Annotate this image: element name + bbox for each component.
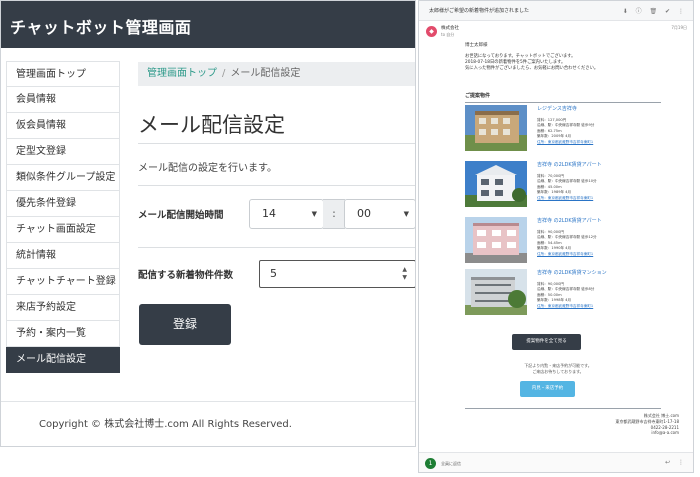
sidebar-item-template-registration[interactable]: 定型文登録	[6, 139, 120, 165]
signature-line: 東京都武蔵野市吉祥寺東町1-17-18	[615, 418, 679, 424]
property-card: 吉祥寺 の2LDK賃貸アパート 賃料：70,000円 沿線、駅：中央線吉祥寺駅 …	[465, 161, 661, 211]
property-address-link[interactable]: 住所：東京都武蔵野市吉祥寺東町1	[537, 252, 597, 257]
email-divider	[465, 408, 661, 409]
chevron-down-icon: ▼	[311, 210, 317, 218]
sidebar-item-statistics[interactable]: 統計情報	[6, 243, 120, 269]
sidebar-item-reservation-list[interactable]: 予約・案内一覧	[6, 321, 120, 347]
breadcrumb-home-link[interactable]: 管理画面トップ	[147, 68, 217, 79]
breadcrumb-separator: /	[222, 68, 226, 79]
admin-header: チャットボット管理画面	[1, 1, 415, 48]
app-title: チャットボット管理画面	[10, 18, 192, 37]
reply-all-field[interactable]: 全員に返信	[441, 461, 461, 467]
property-name-link[interactable]: レジデンス吉祥寺	[537, 105, 577, 112]
email-subject: 太郎様がご希望の新着物件が追加されました	[429, 8, 530, 14]
register-button[interactable]: 登録	[139, 304, 231, 345]
email-body: お世話になっております。チャットボットでございます。 2018-07-18日の新…	[465, 54, 598, 73]
email-preview-window: 太郎様がご希望の新着物件が追加されました ⬇ ⓘ 🗑 ✔ ⋮ ◆ 株式会社 to…	[418, 0, 694, 473]
admin-window: チャットボット管理画面 管理画面トップ 会員情報 仮会員情報 定型文登録 類似条…	[0, 0, 416, 447]
view-all-properties-button[interactable]: 提案物件を全て見る	[512, 334, 581, 350]
sidebar-item-admin-top[interactable]: 管理画面トップ	[6, 61, 120, 87]
sidebar: 管理画面トップ 会員情報 仮会員情報 定型文登録 類似条件グループ設定 優先条件…	[6, 61, 120, 373]
company-signature: 株式会社 博士.com 東京都武蔵野市吉祥寺東町1-17-18 0422-28-…	[615, 413, 679, 436]
property-name-link[interactable]: 吉祥寺 の2LDK賃貸マンション	[537, 269, 607, 276]
property-name-link[interactable]: 吉祥寺 の2LDK賃貸アパート	[537, 217, 602, 224]
chevron-down-icon: ▼	[403, 210, 409, 218]
start-time-label: メール配信開始時間	[138, 210, 224, 221]
sidebar-item-member-info[interactable]: 会員情報	[6, 87, 120, 113]
sidebar-item-priority-condition[interactable]: 優先条件登録	[6, 191, 120, 217]
sender-avatar: ◆	[426, 26, 437, 37]
property-address-link[interactable]: 住所：東京都武蔵野市吉祥寺東町1	[537, 304, 594, 309]
divider	[138, 185, 415, 186]
viewing-reservation-button[interactable]: 内見・来店予約	[520, 381, 575, 397]
property-count-label: 配信する新着物件件数	[138, 270, 234, 281]
breadcrumb: 管理画面トップ / メール配信設定	[138, 62, 415, 86]
property-address-link[interactable]: 住所：東京都武蔵野市吉祥寺東町1	[537, 140, 594, 145]
property-photo[interactable]	[465, 105, 527, 151]
footer-divider	[1, 401, 415, 402]
sidebar-item-provisional-member-info[interactable]: 仮会員情報	[6, 113, 120, 139]
property-count-value: 5	[270, 267, 277, 280]
reply-count-badge: 1	[425, 458, 436, 469]
email-salutation: 博士太郎様	[465, 43, 488, 48]
property-details: 賃料：90,000円 沿線、駅：中央線吉祥寺駅 徒歩12分 面積：54.45m …	[537, 230, 597, 257]
minute-select[interactable]: 00 ▼	[344, 199, 415, 229]
property-photo[interactable]	[465, 217, 527, 263]
hour-select[interactable]: 14 ▼	[249, 199, 324, 229]
proposed-properties-heading: ご提案物件	[465, 92, 661, 103]
property-count-input[interactable]: 5 ▲ ▼	[259, 260, 415, 288]
email-toolbar-icons[interactable]: ⬇ ⓘ 🗑 ✔ ⋮	[623, 6, 687, 15]
property-details: 賃料：127,000円 沿線、駅：中央線吉祥寺駅 徒歩9分 面積：62.75m …	[537, 118, 594, 145]
email-recipient: to 自分	[441, 32, 455, 37]
property-name-link[interactable]: 吉祥寺 の2LDK賃貸アパート	[537, 161, 602, 168]
page-title: メール配信設定	[138, 113, 285, 137]
email-footer: 1 全員に返信 ↩ ⋮	[419, 452, 693, 472]
property-photo[interactable]	[465, 161, 527, 207]
breadcrumb-current: メール配信設定	[230, 68, 301, 79]
property-card: 吉祥寺 の2LDK賃貸マンション 賃料：90,000円 沿線、駅：中央線吉祥寺駅…	[465, 269, 661, 319]
property-card: レジデンス吉祥寺 賃料：127,000円 沿線、駅：中央線吉祥寺駅 徒歩9分 面…	[465, 105, 661, 155]
email-body-line: 気に入った物件がございましたら、お気軽にお問い合わせください。	[465, 66, 599, 72]
sidebar-item-similar-condition-group[interactable]: 類似条件グループ設定	[6, 165, 120, 191]
divider	[138, 247, 415, 248]
reservation-note: 下記より内覧・来店予約が可能です。 ご来店お待ちしております。	[473, 363, 643, 375]
page-description: メール配信の設定を行います。	[138, 163, 277, 174]
reservation-note-line: ご来店お待ちしております。	[532, 369, 584, 374]
email-toolbar: 太郎様がご希望の新着物件が追加されました ⬇ ⓘ 🗑 ✔ ⋮	[419, 1, 693, 21]
sidebar-item-chat-chart-registration[interactable]: チャットチャート登録	[6, 269, 120, 295]
copyright: Copyright © 株式会社博士.com All Rights Reserv…	[39, 419, 292, 430]
minute-value: 00	[357, 207, 371, 220]
property-card: 吉祥寺 の2LDK賃貸アパート 賃料：90,000円 沿線、駅：中央線吉祥寺駅 …	[465, 217, 661, 267]
time-separator: :	[323, 199, 345, 229]
reply-actions-icons[interactable]: ↩ ⋮	[665, 459, 687, 466]
property-details: 賃料：90,000円 沿線、駅：中央線吉祥寺駅 徒歩8分 面積：50.00m 築…	[537, 282, 594, 309]
spinner-arrows-icon[interactable]: ▲ ▼	[402, 266, 407, 282]
sidebar-item-visit-reservation-settings[interactable]: 来店予約設定	[6, 295, 120, 321]
hour-value: 14	[262, 207, 276, 220]
sidebar-item-chat-screen-settings[interactable]: チャット画面設定	[6, 217, 120, 243]
property-address-link[interactable]: 住所：東京都武蔵野市吉祥寺東町1	[537, 196, 597, 201]
email-date: 7月19日	[671, 25, 687, 30]
email-sender: 株式会社	[441, 26, 459, 31]
property-details: 賃料：70,000円 沿線、駅：中央線吉祥寺駅 徒歩10分 面積：45.00m …	[537, 174, 597, 201]
signature-line: info@a-a.com	[651, 430, 679, 436]
property-photo[interactable]	[465, 269, 527, 315]
divider	[138, 143, 415, 144]
sidebar-item-mail-delivery-settings[interactable]: メール配信設定	[6, 347, 120, 373]
